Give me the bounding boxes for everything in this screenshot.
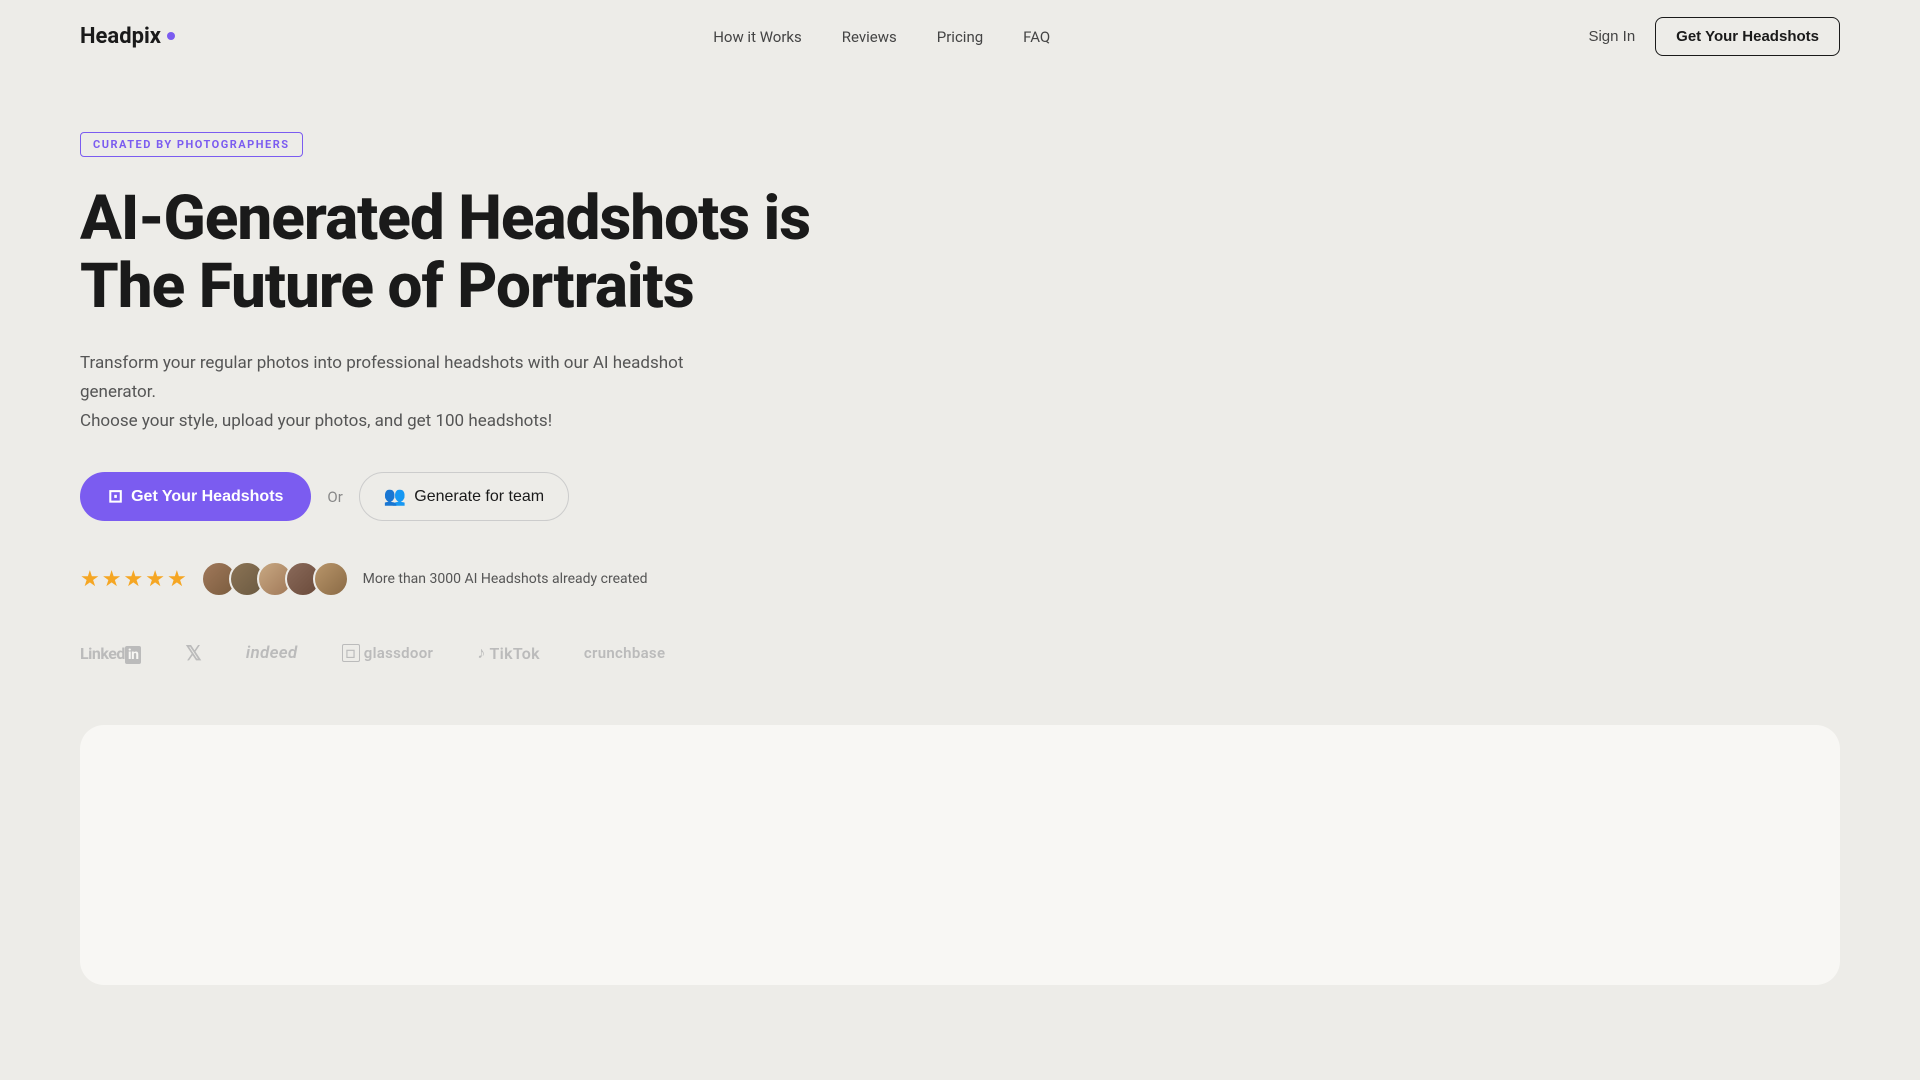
signin-button[interactable]: Sign In [1588, 28, 1635, 45]
team-icon: 👥 [384, 486, 406, 507]
nav-how-it-works[interactable]: How it Works [713, 28, 802, 46]
get-headshots-button[interactable]: ⊡ Get Your Headshots [80, 472, 311, 521]
proof-text: More than 3000 AI Headshots already crea… [363, 571, 648, 587]
hero-section: CURATED BY PHOTOGRAPHERS AI-Generated He… [0, 72, 900, 705]
hero-title: AI-Generated Headshots is The Future of … [80, 185, 820, 321]
tiktok-logo: ♪ TikTok [477, 643, 540, 663]
nav-reviews[interactable]: Reviews [842, 28, 897, 46]
twitter-logo: 𝕏 [185, 641, 201, 665]
brand-logos: Linkedin 𝕏 indeed ◻ glassdoor ♪ TikTok c… [80, 641, 820, 665]
logo-dot [167, 32, 175, 40]
avatar-5 [313, 561, 349, 597]
nav-links: How it Works Reviews Pricing FAQ [713, 27, 1050, 46]
camera-icon: ⊡ [108, 486, 123, 507]
bottom-card [80, 725, 1840, 985]
linkedin-logo: Linkedin [80, 644, 141, 663]
generate-for-team-button[interactable]: 👥 Generate for team [359, 472, 569, 521]
indeed-logo: indeed [246, 643, 298, 663]
nav-pricing[interactable]: Pricing [937, 28, 983, 46]
social-proof: ★ ★ ★ ★ ★ More than 3000 AI Headshots al… [80, 561, 820, 597]
nav-faq[interactable]: FAQ [1023, 28, 1050, 46]
logo[interactable]: Headpix [80, 24, 175, 49]
cta-row: ⊡ Get Your Headshots Or 👥 Generate for t… [80, 472, 820, 521]
glassdoor-logo: ◻ glassdoor [342, 644, 434, 662]
star-2: ★ [102, 567, 122, 592]
navbar: Headpix How it Works Reviews Pricing FAQ… [0, 0, 1920, 72]
nav-right: Sign In Get Your Headshots [1588, 17, 1840, 56]
star-5: ★ [167, 567, 187, 592]
hero-badge: CURATED BY PHOTOGRAPHERS [80, 132, 303, 157]
avatar-group [201, 561, 349, 597]
hero-subtitle: Transform your regular photos into profe… [80, 349, 700, 436]
nav-get-headshots-button[interactable]: Get Your Headshots [1655, 17, 1840, 56]
star-1: ★ [80, 567, 100, 592]
star-4: ★ [145, 567, 165, 592]
cta-or-label: Or [327, 488, 342, 506]
star-rating: ★ ★ ★ ★ ★ [80, 567, 187, 592]
crunchbase-logo: crunchbase [584, 644, 665, 662]
star-3: ★ [123, 567, 143, 592]
